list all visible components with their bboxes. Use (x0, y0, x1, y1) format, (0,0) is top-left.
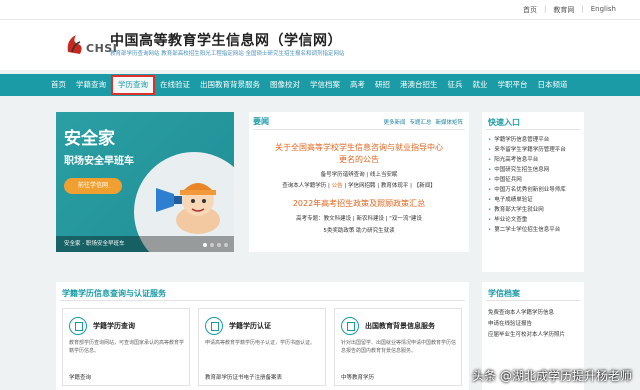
card-title: 出国教育背景信息服务 (365, 322, 435, 330)
news-heading: 要闻 (253, 117, 269, 126)
news-more-link[interactable]: 更多新闻 (383, 118, 405, 126)
nav-jiuye[interactable]: 就业 (468, 77, 493, 93)
quick-entry-panel: 快速入口 学籍学历信息管理平台 来华留学生学籍学历管理平台 阳光高考信息平台 中… (482, 112, 584, 272)
nav-yanzhao[interactable]: 研招 (370, 77, 395, 93)
carousel-dot[interactable] (210, 243, 214, 247)
main-nav: 首页 学籍查询 学历查询 在线验证 出国教育背景服务 图像校对 学信档案 高考 … (0, 74, 640, 96)
carousel-dot[interactable] (224, 243, 228, 247)
news-line-2[interactable]: 查询本人学籍学历 | 公告 | 学信网招聘 | 教育体现平 | 【新闻】 (249, 181, 469, 189)
card-title: 学籍学历查询 (93, 322, 135, 330)
nav-archive[interactable]: 学信档案 (305, 77, 345, 93)
card-action-link[interactable]: 学籍查询 (69, 373, 91, 381)
nav-xuezhi[interactable]: 学职平台 (493, 77, 533, 93)
archive-item[interactable]: 免费查询本人学籍学历信息 (488, 308, 565, 319)
top-link-english[interactable]: English (591, 5, 616, 15)
quick-entry-item[interactable]: 第二学士学位招生信息平台 (488, 225, 566, 235)
certificate-icon (205, 317, 223, 335)
quick-entry-item[interactable]: 教育部大学生就业网 (488, 205, 566, 215)
hero-slogan: 职场安全早班车 (64, 156, 134, 167)
news-panel: 要闻 更多新闻 专题汇总 新媒体矩阵 关于全国高等学校学生信息咨询与就业指导中心… (249, 112, 469, 252)
services-heading: 学籍学历信息查询与认证服务 (62, 289, 166, 298)
services-panel: 学籍学历信息查询与认证服务 学籍学历查询 教育部学历查询网站，可查询国家承认的高… (56, 282, 469, 390)
carousel-dot[interactable] (203, 243, 207, 247)
news-media-link[interactable]: 新媒体矩阵 (435, 118, 463, 126)
quick-entry-item[interactable]: 来华留学生学籍学历管理平台 (488, 145, 566, 155)
news-line-1[interactable]: 备号学历谐辨查询 | 线上当安眠 (249, 170, 469, 178)
news-line-2a[interactable]: 查询本人学籍学历 | (282, 183, 331, 189)
quick-entry-item[interactable]: 中国征兵网 (488, 175, 566, 185)
divider (486, 129, 580, 130)
quick-entry-item[interactable]: 毕业论文查重 (488, 215, 566, 225)
quick-entry-item[interactable]: 电子成绩单验证 (488, 195, 566, 205)
quick-entry-item[interactable]: 学籍学历信息管理平台 (488, 135, 566, 145)
archive-list: 免费查询本人学籍学历信息 申请在线验证报告 应届毕业生可校对本人学历照片 (488, 308, 565, 341)
nav-xueji[interactable]: 学籍查询 (71, 77, 111, 93)
news-line-2-highlight[interactable]: 公告 (332, 183, 343, 189)
card-action-link[interactable]: 中等教育学历 (341, 373, 374, 381)
carousel-dots (203, 243, 228, 247)
nav-online-verify[interactable]: 在线验证 (155, 77, 195, 93)
hero-title: 安全家 (64, 129, 115, 149)
archive-heading: 学信档案 (488, 289, 520, 298)
news-headline-1b[interactable]: 更名的公告 (249, 154, 469, 165)
nav-zhengbing[interactable]: 征兵 (443, 77, 468, 93)
card-description: 申请高等教育学籍学历电子认证，学历书面认证。 (205, 340, 316, 346)
quick-entry-heading: 快速入口 (488, 118, 520, 127)
quick-entry-list: 学籍学历信息管理平台 来华留学生学籍学历管理平台 阳光高考信息平台 中国研究生招… (488, 135, 566, 235)
nav-gaokao[interactable]: 高考 (345, 77, 370, 93)
nav-abroad-service[interactable]: 出国教育背景服务 (195, 77, 265, 93)
nav-gat[interactable]: 港澳台招生 (395, 77, 443, 93)
top-bar: 首页 | 教育网 | English (0, 0, 640, 20)
site-header: CHSI 中国高等教育学生信息网（学信网） 教育部学历查询网站 教育部高校招生阳… (0, 20, 640, 70)
news-line-2b[interactable]: | 学信网招聘 | 教育体现平 | 【新闻】 (343, 183, 435, 189)
card-action-link[interactable]: 教育部学历证书电子注册备案表 (205, 373, 282, 381)
archive-item[interactable]: 应届毕业生可校对本人学历照片 (488, 330, 565, 341)
document-icon (69, 317, 87, 335)
top-link-separator: | (581, 5, 584, 13)
card-title: 学籍学历认证 (229, 322, 271, 330)
top-link-edu[interactable]: 教育网 (553, 5, 574, 15)
site-subtitle: 教育部学历查询网站 教育部高校招生阳光工程指定网站 全国硕士研究生招生报名和调剂… (110, 51, 345, 57)
service-card-certify[interactable]: 学籍学历认证 申请高等教育学籍学历电子认证，学历书面认证。 教育部学历证书电子注… (198, 308, 326, 386)
top-links: 首页 | 教育网 | English (523, 5, 616, 15)
quick-entry-item[interactable]: 中国万名优秀创新创业导师库 (488, 185, 566, 195)
megaphone-cartoon-icon (156, 183, 220, 234)
quick-entry-item[interactable]: 阳光高考信息平台 (488, 155, 566, 165)
carousel-dot[interactable] (217, 243, 221, 247)
card-description: 针对出国留学、出国就业等情况申请中国教育学历信息报告的国内教育背景信息服务。 (341, 340, 457, 354)
divider (60, 300, 465, 301)
globe-document-icon (341, 317, 359, 335)
news-line-4[interactable]: 5类奖助政策 助力研究生就读 (249, 226, 469, 234)
news-headline-1a[interactable]: 关于全国高等学校学生信息咨询与就业指导中心 (249, 142, 469, 153)
card-description: 教育部学历查询网站，可查询国家承认的高等教育学籍学历信息。 (69, 340, 185, 354)
nav-xueli-query[interactable]: 学历查询 (111, 75, 155, 95)
nav-japan[interactable]: 日本频道 (533, 77, 573, 93)
news-line-3[interactable]: 高考专题：教文科建设 | 新农科建设 | "双一流"建设 (249, 214, 469, 222)
nav-home[interactable]: 首页 (46, 77, 71, 93)
watermark-text: 头条 @湖北成学历提升杨老师 (472, 369, 632, 383)
quick-entry-item[interactable]: 中国研究生招生信息网 (488, 165, 566, 175)
archive-item[interactable]: 申请在线验证报告 (488, 319, 565, 330)
divider (486, 300, 580, 301)
hero-banner[interactable]: 安全家 职场安全早班车 前往学信网 安全家 - 职场安全早班车 (56, 112, 234, 252)
hero-cta-button[interactable]: 前往学信网 (64, 178, 122, 194)
service-card-query[interactable]: 学籍学历查询 教育部学历查询网站，可查询国家承认的高等教育学籍学历信息。 学籍查… (62, 308, 190, 386)
chsi-logo-icon[interactable] (64, 32, 86, 56)
site-title: 中国高等教育学生信息网（学信网） (110, 33, 342, 49)
news-headline-2[interactable]: 2022年高考招生政策及照顾政策汇总 (249, 198, 469, 209)
service-card-abroad[interactable]: 出国教育背景信息服务 针对出国留学、出国就业等情况申请中国教育学历信息报告的国内… (334, 308, 462, 386)
top-link-home[interactable]: 首页 (523, 5, 537, 15)
news-topics-link[interactable]: 专题汇总 (409, 118, 431, 126)
top-link-separator: | (544, 5, 547, 13)
nav-image-check[interactable]: 图像校对 (265, 77, 305, 93)
news-links: 更多新闻 专题汇总 新媒体矩阵 (383, 118, 463, 126)
divider (253, 129, 465, 130)
